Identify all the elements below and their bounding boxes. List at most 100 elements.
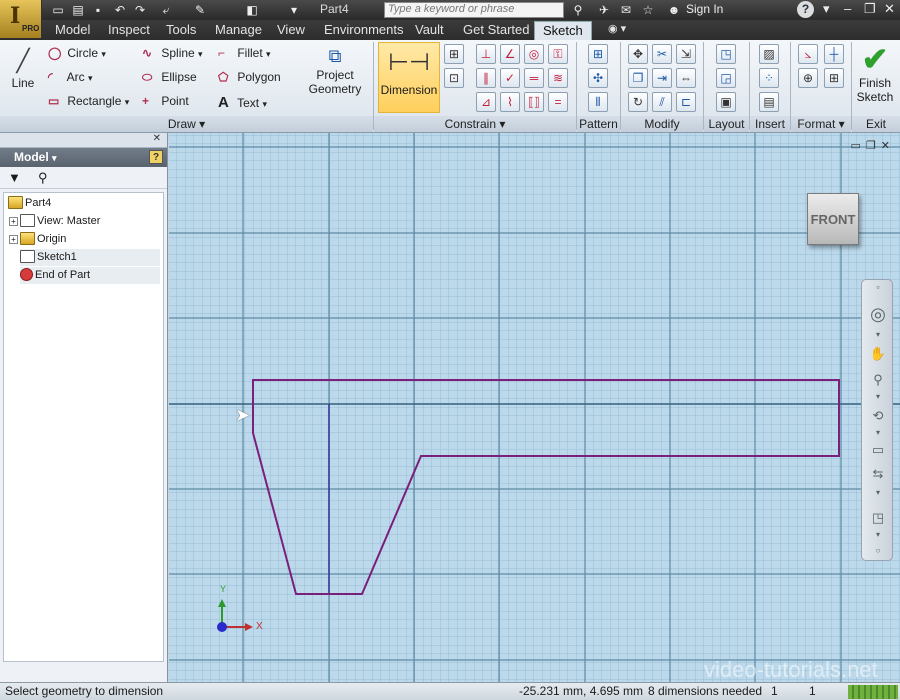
select-icon[interactable]: ✎ <box>192 2 208 18</box>
import-points-icon[interactable]: ⁘ <box>759 68 779 88</box>
lock-constraint-icon[interactable]: ⚿ <box>548 44 568 64</box>
stretch-icon[interactable]: ⇔ <box>676 68 696 88</box>
smooth-constraint-icon[interactable]: ≋ <box>548 68 568 88</box>
arc-button[interactable]: ◜ Arc ▾ <box>48 70 93 84</box>
driven-dimension-icon[interactable]: ⊞ <box>824 68 844 88</box>
restore-icon[interactable]: ❐ <box>864 1 876 17</box>
tree-item-part[interactable]: Part4 <box>8 195 51 212</box>
show-constraints-icon[interactable]: ⊡ <box>444 68 464 88</box>
user-icon[interactable]: ☻ <box>666 2 682 18</box>
tree-item-sketch1[interactable]: Sketch1 <box>20 249 160 266</box>
extend-icon[interactable]: ⇥ <box>652 68 672 88</box>
return-icon[interactable]: ⤶ <box>158 2 174 18</box>
tangent-constraint-icon[interactable]: ∠ <box>500 44 520 64</box>
help-icon[interactable]: ? <box>797 1 814 18</box>
point-button[interactable]: + Point <box>142 94 189 108</box>
favorites-star-icon[interactable]: ☆ <box>640 2 656 18</box>
app-menu-button[interactable]: I PRO <box>0 0 42 38</box>
minimize-icon[interactable]: – <box>844 1 851 16</box>
search-binoculars-icon[interactable]: ⚲ <box>570 2 586 18</box>
sign-in-link[interactable]: Sign In <box>686 2 723 16</box>
insert-acad-icon[interactable]: ▤ <box>759 92 779 112</box>
viewcube[interactable]: FRONT <box>807 193 859 245</box>
navbar-close-icon[interactable]: ▫ <box>869 282 887 292</box>
canvas-close-icon[interactable]: ✕ <box>881 140 895 152</box>
tab-extras-icon[interactable]: ◉ ▾ <box>608 22 626 35</box>
tab-vault[interactable]: Vault <box>415 22 444 37</box>
text-button[interactable]: A Text ▾ <box>218 94 267 111</box>
tab-environments[interactable]: Environments <box>324 22 403 37</box>
perpendicular-constraint-icon[interactable]: ⊥ <box>476 44 496 64</box>
center-point-icon[interactable]: ⊕ <box>798 68 818 88</box>
move-icon[interactable]: ✥ <box>628 44 648 64</box>
find-binoculars-icon[interactable]: ⚲ <box>38 170 48 186</box>
format-panel-label[interactable]: Format ▾ <box>791 116 851 132</box>
open-icon[interactable]: ▤ <box>70 2 86 18</box>
tab-get-started[interactable]: Get Started <box>463 22 529 37</box>
fillet-button[interactable]: ⌐ Fillet ▾ <box>218 46 271 60</box>
undo-icon[interactable]: ↶ <box>112 2 128 18</box>
tree-item-origin[interactable]: + Origin <box>9 231 66 248</box>
close-browser-icon[interactable]: ✕ <box>153 133 161 144</box>
steering-wheel-icon[interactable]: ◎ <box>869 304 887 325</box>
rectangular-pattern-icon[interactable]: ⊞ <box>588 44 608 64</box>
finish-sketch-button[interactable]: ✔ Finish Sketch <box>852 42 898 114</box>
save-icon[interactable]: ▪ <box>90 2 106 18</box>
browser-header[interactable]: Model ▾ ? <box>0 148 167 167</box>
make-part-icon[interactable]: ◳ <box>716 44 736 64</box>
close-window-icon[interactable]: ✕ <box>884 1 895 17</box>
tab-sketch[interactable]: Sketch <box>534 21 592 40</box>
circular-pattern-icon[interactable]: ✣ <box>588 68 608 88</box>
subscription-icon[interactable]: ✈ <box>596 2 612 18</box>
polygon-button[interactable]: ⬠ Polygon <box>218 70 281 84</box>
centerline-icon[interactable]: ┼ <box>824 44 844 64</box>
expand-icon[interactable]: + <box>9 217 18 226</box>
tab-model[interactable]: Model <box>55 22 90 37</box>
tab-manage[interactable]: Manage <box>215 22 262 37</box>
view-face-icon[interactable]: ◳ <box>869 510 887 526</box>
equal-constraint-icon[interactable]: = <box>548 92 568 112</box>
copy-icon[interactable]: ❐ <box>628 68 648 88</box>
orbit-icon[interactable]: ⟲ <box>869 408 887 424</box>
concentric-constraint-icon[interactable]: ◎ <box>524 44 544 64</box>
rewind-icon[interactable]: ⇆ <box>869 466 887 482</box>
browser-help-icon[interactable]: ? <box>149 150 163 164</box>
view-dropdown-icon[interactable]: ▾ <box>869 530 887 539</box>
redo-icon[interactable]: ↷ <box>132 2 148 18</box>
collinear-constraint-icon[interactable]: ⊿ <box>476 92 496 112</box>
project-geometry-button[interactable]: ⧉ Project Geometry <box>306 44 364 96</box>
zoom-icon[interactable]: ⚲ <box>869 372 887 388</box>
tab-tools[interactable]: Tools <box>166 22 196 37</box>
circle-button[interactable]: ◯ Circle ▾ <box>48 46 106 60</box>
appearance-icon[interactable]: ◧ <box>244 2 260 18</box>
expand-icon[interactable]: + <box>9 235 18 244</box>
create-block-icon[interactable]: ▣ <box>716 92 736 112</box>
coincident-constraint-icon[interactable]: ✓ <box>500 68 520 88</box>
tree-item-view-master[interactable]: + View: Master <box>9 213 100 230</box>
vertical-constraint-icon[interactable]: ⌇ <box>500 92 520 112</box>
pan-icon[interactable]: ✋ <box>869 346 887 362</box>
look-at-icon[interactable]: ▭ <box>869 442 887 458</box>
rotate-icon[interactable]: ↻ <box>628 92 648 112</box>
make-components-icon[interactable]: ◲ <box>716 68 736 88</box>
draw-panel-label[interactable]: Draw ▾ <box>0 116 373 132</box>
spline-button[interactable]: ∿ Spline ▾ <box>142 46 203 60</box>
filter-icon[interactable]: ▼ <box>8 170 21 185</box>
navbar-dropdown-icon[interactable]: ▾ <box>869 330 887 339</box>
rewind-dropdown-icon[interactable]: ▾ <box>869 488 887 497</box>
communication-icon[interactable]: ✉ <box>618 2 634 18</box>
dimension-button[interactable]: ⊢⊣ Dimension <box>378 42 440 113</box>
search-input[interactable]: Type a keyword or phrase <box>384 2 564 18</box>
offset-icon[interactable]: ⊏ <box>676 92 696 112</box>
canvas-restore-icon[interactable]: ❐ <box>866 140 881 152</box>
split-icon[interactable]: ⫽ <box>652 92 672 112</box>
tab-view[interactable]: View <box>277 22 305 37</box>
mirror-icon[interactable]: ⫴ <box>588 92 608 112</box>
help-menu-chevron-icon[interactable]: ▾ <box>823 1 830 17</box>
construction-icon[interactable]: ⦣ <box>798 44 818 64</box>
canvas-minimize-icon[interactable]: ▭ <box>851 140 866 152</box>
horizontal-constraint-icon[interactable]: ═ <box>524 68 544 88</box>
sketch-canvas[interactable]: Y X ➤ ▭❐✕ FRONT ▫ ◎ ▾ ✋ ⚲ ▾ ⟲ ▾ ▭ ⇆ ▾ ◳ … <box>169 133 900 682</box>
constrain-panel-label[interactable]: Constrain ▾ <box>374 116 576 132</box>
orbit-dropdown-icon[interactable]: ▾ <box>869 428 887 437</box>
